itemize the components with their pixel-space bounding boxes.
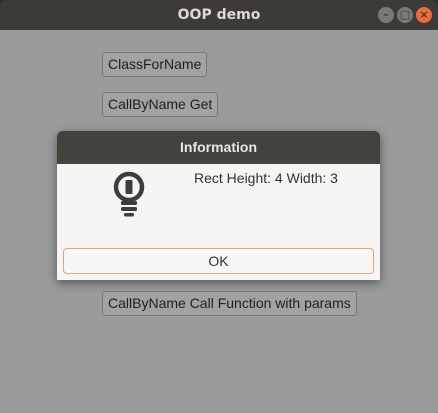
maximize-button[interactable]: □: [397, 7, 413, 23]
dialog-title: Information: [57, 131, 380, 164]
window-controls: – □ ×: [378, 7, 432, 23]
information-dialog: Information Rect Height: 4 Width: 3 OK: [57, 131, 380, 280]
class-for-name-button[interactable]: ClassForName: [102, 52, 208, 77]
close-button[interactable]: ×: [416, 7, 432, 23]
app-window: OOP demo – □ × ClassForName CallByName G…: [0, 0, 438, 413]
title-bar: OOP demo – □ ×: [0, 0, 438, 30]
ok-button[interactable]: OK: [63, 248, 374, 274]
dialog-message: Rect Height: 4 Width: 3: [194, 170, 338, 186]
window-title: OOP demo: [177, 7, 261, 23]
call-by-name-get-button[interactable]: CallByName Get: [102, 92, 219, 117]
minimize-button[interactable]: –: [378, 7, 394, 23]
lightbulb-icon: [113, 171, 145, 217]
call-by-name-call-params-button[interactable]: CallByName Call Function with params: [102, 291, 357, 316]
